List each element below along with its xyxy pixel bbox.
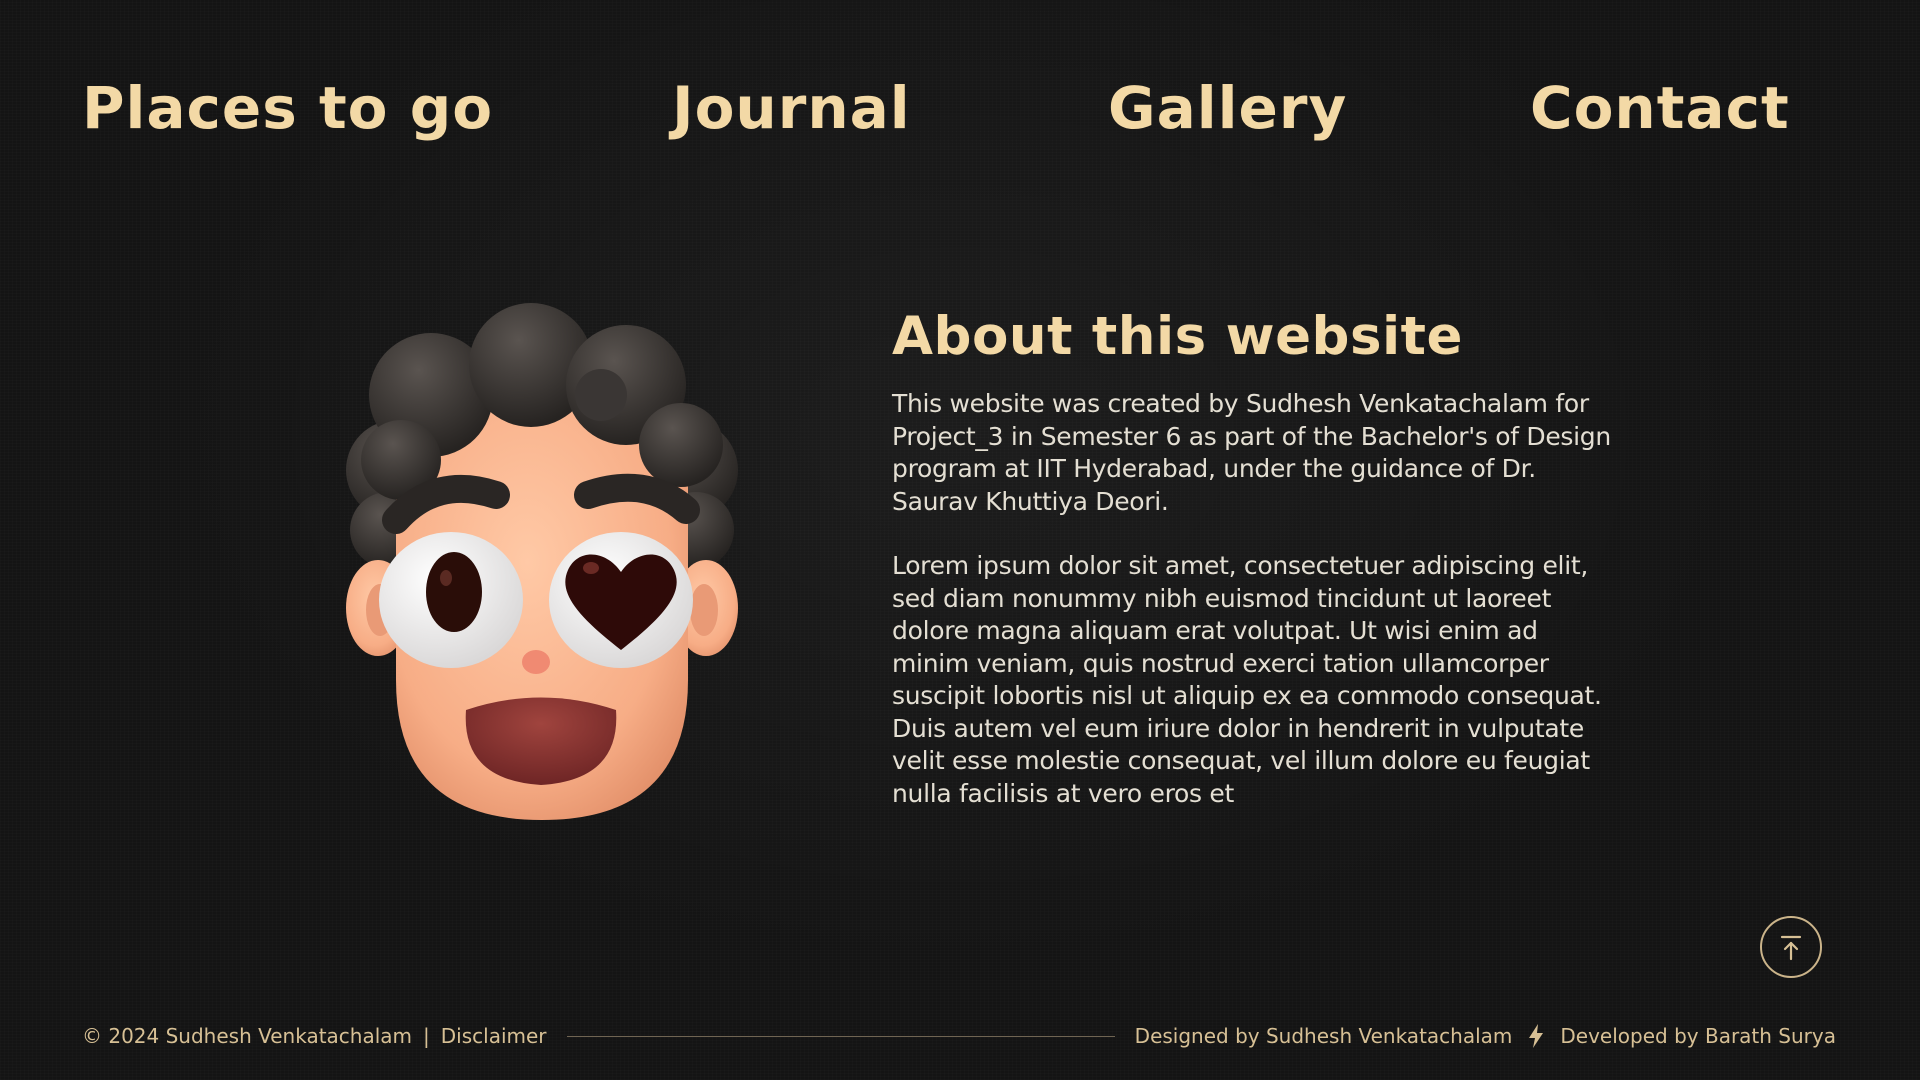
footer-separator: |: [423, 1024, 430, 1048]
about-section: About this website This website was crea…: [892, 300, 1612, 810]
main-nav: Places to go Journal Gallery Contact: [82, 68, 1836, 148]
copyright-text: © 2024 Sudhesh Venkatachalam: [82, 1024, 413, 1048]
about-title: About this website: [892, 306, 1463, 367]
footer-divider: [566, 1035, 1115, 1037]
nav-places-to-go[interactable]: Places to go: [82, 68, 493, 148]
about-paragraph-lorem: Lorem ipsum dolor sit amet, consectetuer…: [892, 551, 1602, 808]
back-to-top-button[interactable]: [1760, 916, 1822, 978]
about-paragraph-credits: This website was created by Sudhesh Venk…: [892, 389, 1611, 516]
nav-journal[interactable]: Journal: [672, 68, 911, 148]
designed-by-text: Designed by Sudhesh Venkatachalam: [1134, 1024, 1513, 1048]
disclaimer-link[interactable]: Disclaimer: [441, 1024, 547, 1048]
heart-eyes-avatar-icon: [336, 300, 748, 824]
developed-by-text: Developed by Barath Surya: [1560, 1024, 1836, 1048]
nav-gallery[interactable]: Gallery: [1108, 68, 1347, 148]
footer: © 2024 Sudhesh Venkatachalam | Disclaime…: [82, 1020, 1836, 1052]
nav-contact[interactable]: Contact: [1530, 68, 1790, 148]
arrow-up-to-line-icon: [1780, 935, 1802, 961]
lightning-bolt-icon: [1528, 1024, 1544, 1048]
